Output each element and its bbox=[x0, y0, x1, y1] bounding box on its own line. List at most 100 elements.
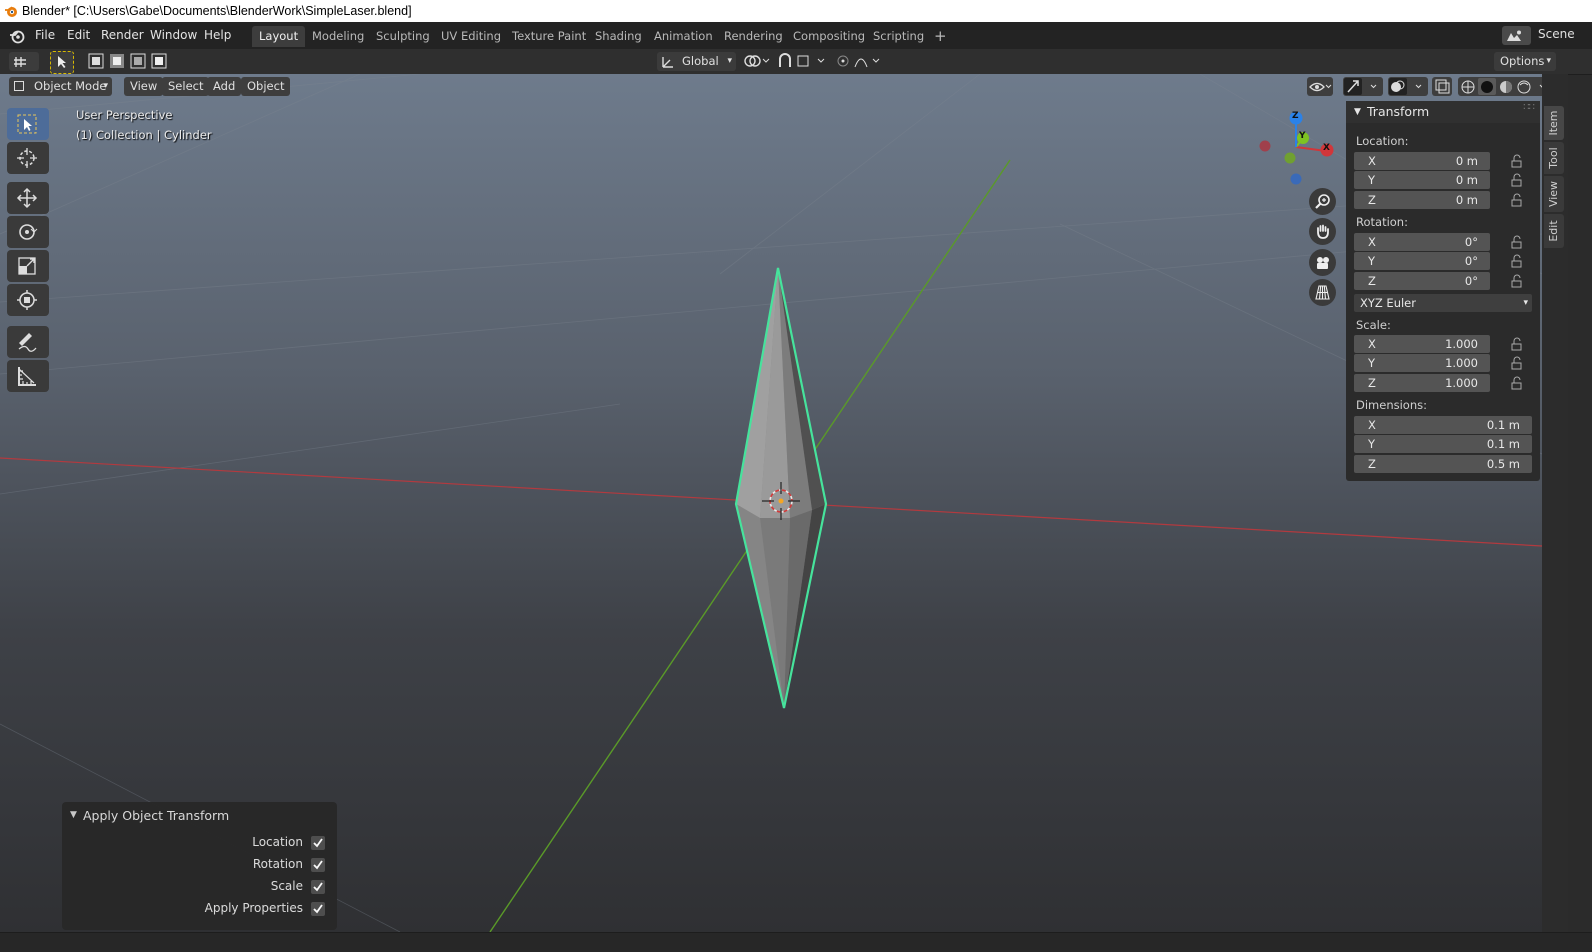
lock-icon[interactable] bbox=[1510, 173, 1524, 187]
annotate-tool[interactable] bbox=[7, 326, 49, 358]
dimensions-y-field[interactable]: Y 0.1 m bbox=[1354, 435, 1532, 453]
location-x-field[interactable]: X 0 m bbox=[1354, 152, 1490, 170]
camera-view-button[interactable] bbox=[1309, 249, 1336, 276]
field-value: 0.1 m bbox=[1486, 437, 1520, 451]
menu-edit[interactable]: Edit bbox=[61, 26, 96, 44]
scene-name[interactable]: Scene bbox=[1538, 27, 1575, 41]
options-dropdown[interactable]: Options ▾ bbox=[1494, 52, 1556, 71]
tab-item[interactable]: Item bbox=[1544, 106, 1564, 140]
mode-selector-dropdown[interactable]: Object Mode ▾ bbox=[9, 77, 112, 96]
scale-x-field[interactable]: X 1.000 bbox=[1354, 335, 1490, 353]
pan-view-button[interactable] bbox=[1309, 218, 1336, 245]
menu-file[interactable]: File bbox=[29, 26, 61, 44]
pivot-point-icon[interactable] bbox=[743, 53, 771, 69]
scale-y-field[interactable]: Y 1.000 bbox=[1354, 354, 1490, 372]
scale-z-field[interactable]: Z 1.000 bbox=[1354, 374, 1490, 392]
3d-viewport[interactable]: X Y Z Object Mode ▾ View Select Add Obje… bbox=[0, 74, 1542, 932]
selection-mode-set-icon[interactable] bbox=[88, 53, 180, 69]
lock-icon[interactable] bbox=[1510, 193, 1524, 207]
lock-icon[interactable] bbox=[1510, 235, 1524, 249]
tab-tool[interactable]: Tool bbox=[1544, 142, 1564, 174]
option-scale[interactable]: Scale bbox=[62, 877, 337, 897]
menu-select[interactable]: Select bbox=[162, 77, 210, 96]
rotation-x-field[interactable]: X 0° bbox=[1354, 233, 1490, 251]
tab-compositing[interactable]: Compositing bbox=[786, 26, 872, 47]
checkmark-icon bbox=[313, 882, 323, 892]
tab-edit[interactable]: Edit bbox=[1544, 214, 1564, 248]
drag-handle-icon[interactable]: ∷∷ bbox=[1523, 97, 1535, 119]
blender-logo-icon bbox=[5, 6, 17, 17]
cursor-tool[interactable] bbox=[7, 142, 49, 174]
rotation-z-field[interactable]: Z 0° bbox=[1354, 272, 1490, 290]
blender-menu-icon[interactable] bbox=[9, 28, 25, 44]
shading-mode-buttons[interactable] bbox=[1458, 77, 1542, 96]
option-location[interactable]: Location bbox=[62, 833, 337, 853]
select-box-tool[interactable] bbox=[7, 108, 49, 140]
collapse-triangle-icon[interactable]: ▼ bbox=[70, 810, 77, 820]
tab-shading[interactable]: Shading bbox=[588, 26, 649, 47]
transform-panel-header[interactable]: ▼ Transform ∷∷ bbox=[1346, 101, 1540, 123]
tab-modeling[interactable]: Modeling bbox=[305, 26, 371, 47]
field-value: 1.000 bbox=[1445, 337, 1478, 351]
option-rotation[interactable]: Rotation bbox=[62, 855, 337, 875]
proportional-editing-icon[interactable] bbox=[835, 53, 883, 69]
tab-texture-paint[interactable]: Texture Paint bbox=[505, 26, 593, 47]
gizmo-toggle-button[interactable] bbox=[1343, 77, 1383, 96]
grid-perspective-icon bbox=[1315, 285, 1330, 300]
transform-orientation-dropdown[interactable]: Global ▾ bbox=[657, 52, 736, 71]
move-tool[interactable] bbox=[7, 182, 49, 214]
shading-modes-icon bbox=[1461, 78, 1542, 95]
lock-icon[interactable] bbox=[1510, 274, 1524, 288]
location-checkbox[interactable] bbox=[311, 836, 325, 850]
scale-tool[interactable] bbox=[7, 250, 49, 282]
tab-layout[interactable]: Layout bbox=[252, 26, 306, 47]
options-label: Options bbox=[1500, 54, 1545, 68]
menu-window[interactable]: Window bbox=[144, 26, 203, 44]
rotation-y-field[interactable]: Y 0° bbox=[1354, 252, 1490, 270]
rotation-checkbox[interactable] bbox=[311, 858, 325, 872]
select-box-icon bbox=[17, 114, 37, 134]
lock-icon[interactable] bbox=[1510, 356, 1524, 370]
transform-panel-title: Transform bbox=[1367, 104, 1430, 119]
field-value: 1.000 bbox=[1445, 356, 1478, 370]
option-apply-properties[interactable]: Apply Properties bbox=[62, 899, 337, 919]
select-tool-button[interactable] bbox=[50, 51, 74, 74]
xray-toggle-button[interactable] bbox=[1432, 77, 1452, 96]
apply-properties-checkbox[interactable] bbox=[311, 902, 325, 916]
scene-selector-button[interactable] bbox=[1502, 26, 1531, 45]
snap-icon[interactable] bbox=[778, 53, 826, 69]
location-z-field[interactable]: Z 0 m bbox=[1354, 191, 1490, 209]
redo-panel-title[interactable]: Apply Object Transform bbox=[83, 808, 229, 823]
tab-scripting[interactable]: Scripting bbox=[866, 26, 931, 47]
visibility-dropdown[interactable] bbox=[1307, 77, 1333, 96]
rotation-mode-dropdown[interactable]: XYZ Euler ▾ bbox=[1354, 294, 1532, 312]
measure-tool[interactable] bbox=[7, 360, 49, 392]
zoom-view-button[interactable] bbox=[1309, 188, 1336, 215]
editor-type-button[interactable] bbox=[9, 52, 39, 71]
overlays-icon bbox=[1389, 78, 1422, 95]
scale-checkbox[interactable] bbox=[311, 880, 325, 894]
dimensions-z-field[interactable]: Z 0.5 m bbox=[1354, 455, 1532, 473]
tab-sculpting[interactable]: Sculpting bbox=[369, 26, 437, 47]
field-value: 0° bbox=[1464, 235, 1478, 249]
lock-icon[interactable] bbox=[1510, 376, 1524, 390]
menu-render[interactable]: Render bbox=[95, 26, 150, 44]
overlays-toggle-button[interactable] bbox=[1388, 77, 1428, 96]
lock-icon[interactable] bbox=[1510, 154, 1524, 168]
add-workspace-button[interactable]: + bbox=[927, 26, 954, 47]
menu-add[interactable]: Add bbox=[207, 77, 242, 96]
lock-icon[interactable] bbox=[1510, 337, 1524, 351]
tab-uv-editing[interactable]: UV Editing bbox=[434, 26, 508, 47]
menu-help[interactable]: Help bbox=[198, 26, 237, 44]
tab-animation[interactable]: Animation bbox=[647, 26, 720, 47]
lock-icon[interactable] bbox=[1510, 254, 1524, 268]
transform-tool[interactable] bbox=[7, 284, 49, 316]
dimensions-x-field[interactable]: X 0.1 m bbox=[1354, 416, 1532, 434]
location-y-field[interactable]: Y 0 m bbox=[1354, 171, 1490, 189]
rotate-tool[interactable] bbox=[7, 216, 49, 248]
menu-view[interactable]: View bbox=[124, 77, 164, 96]
tab-rendering[interactable]: Rendering bbox=[717, 26, 790, 47]
perspective-toggle-button[interactable] bbox=[1309, 279, 1336, 306]
menu-object[interactable]: Object bbox=[241, 77, 291, 96]
tab-view[interactable]: View bbox=[1544, 176, 1564, 212]
